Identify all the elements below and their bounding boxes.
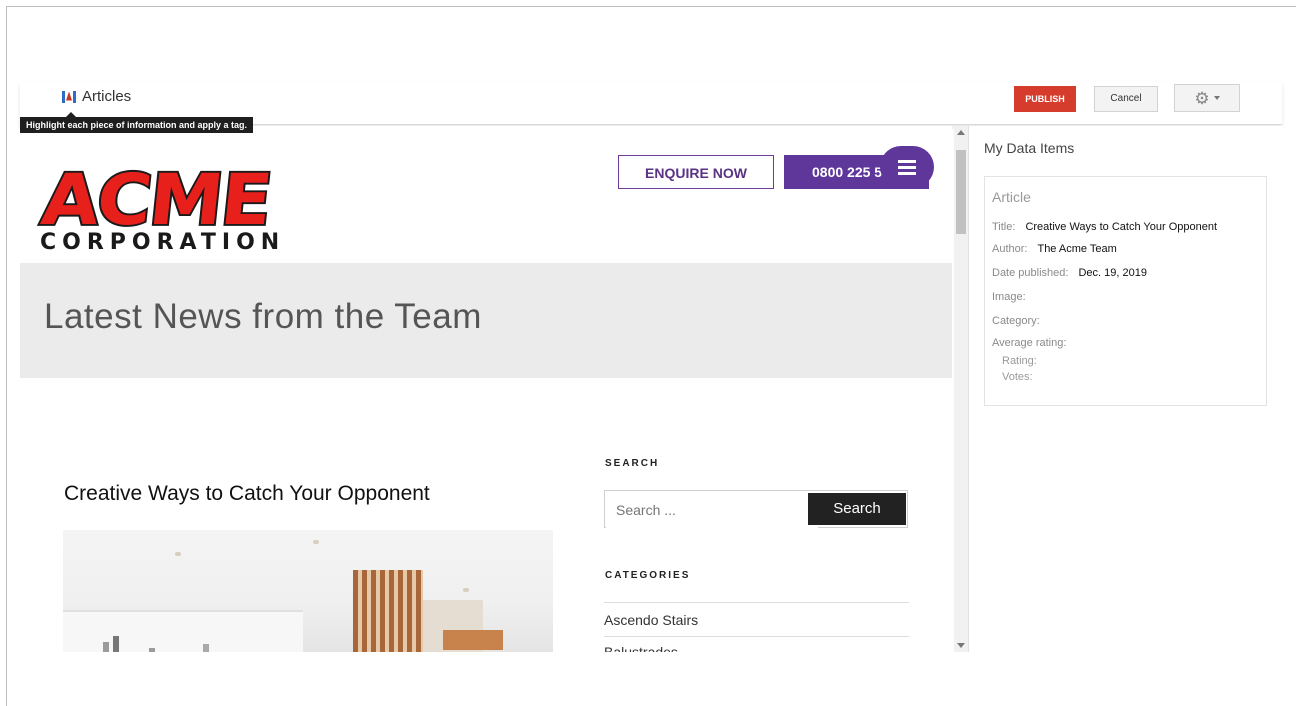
search-input[interactable] [606,492,818,528]
acme-logo[interactable]: ACME CORPORATION [34,157,374,256]
search-heading: SEARCH [605,458,660,469]
website-preview: ACME CORPORATION ENQUIRE NOW 0800 225 5 … [20,126,952,652]
field-votes[interactable]: Votes: [1002,371,1033,383]
category-link[interactable]: Ascendo Stairs [604,612,698,628]
field-title[interactable]: Title: Creative Ways to Catch Your Oppone… [992,221,1217,233]
enquire-now-button[interactable]: ENQUIRE NOW [618,155,774,189]
category-link[interactable]: Balustrades [604,644,678,652]
scroll-up-icon[interactable] [957,130,965,135]
app-logo-icon [62,90,76,104]
tooltip: Highlight each piece of information and … [20,112,254,133]
field-image[interactable]: Image: [992,291,1026,303]
divider [604,602,909,603]
divider [604,636,909,637]
field-label: Date published: [992,267,1069,279]
settings-dropdown-button[interactable]: ⚙ [1174,84,1240,112]
hero-banner: Latest News from the Team [20,263,952,378]
article-title[interactable]: Creative Ways to Catch Your Opponent [64,482,430,506]
categories-heading: CATEGORIES [605,570,691,581]
preview-scrollbar[interactable] [954,126,968,652]
scroll-thumb[interactable] [956,150,966,234]
menu-icon[interactable] [880,146,934,188]
hero-title: Latest News from the Team [44,297,482,336]
field-label: Title: [992,221,1016,233]
cancel-button[interactable]: Cancel [1094,86,1158,112]
field-label: Author: [992,243,1028,255]
chevron-down-icon [1213,96,1220,100]
field-author[interactable]: Author: The Acme Team [992,243,1117,255]
search-button[interactable]: Search [808,493,906,525]
acme-logo-word: ACME [36,157,276,243]
card-title: Article [992,189,1031,205]
field-value: The Acme Team [1037,243,1117,255]
article-data-card: Article Title: Creative Ways to Catch You… [984,176,1267,406]
field-value: Dec. 19, 2019 [1078,267,1147,279]
data-items-panel: My Data Items Article Title: Creative Way… [968,126,1283,652]
toolbar-title-text: Articles [82,88,132,105]
field-average-rating[interactable]: Average rating: [992,337,1066,349]
acme-logo-subtitle: CORPORATION [40,230,286,255]
scroll-down-icon[interactable] [957,643,965,648]
gear-icon: ⚙ [1194,88,1210,108]
field-category[interactable]: Category: [992,315,1040,327]
field-rating[interactable]: Rating: [1002,355,1037,367]
site-header: ACME CORPORATION ENQUIRE NOW 0800 225 5 [20,126,952,263]
field-date-published[interactable]: Date published: Dec. 19, 2019 [992,267,1147,279]
field-value: Creative Ways to Catch Your Opponent [1025,221,1218,233]
publish-button[interactable]: PUBLISH [1014,86,1076,112]
search-form: Search [604,490,908,528]
article-image[interactable] [63,530,553,652]
panel-title: My Data Items [984,140,1075,156]
toolbar-title: Articles [62,88,131,105]
